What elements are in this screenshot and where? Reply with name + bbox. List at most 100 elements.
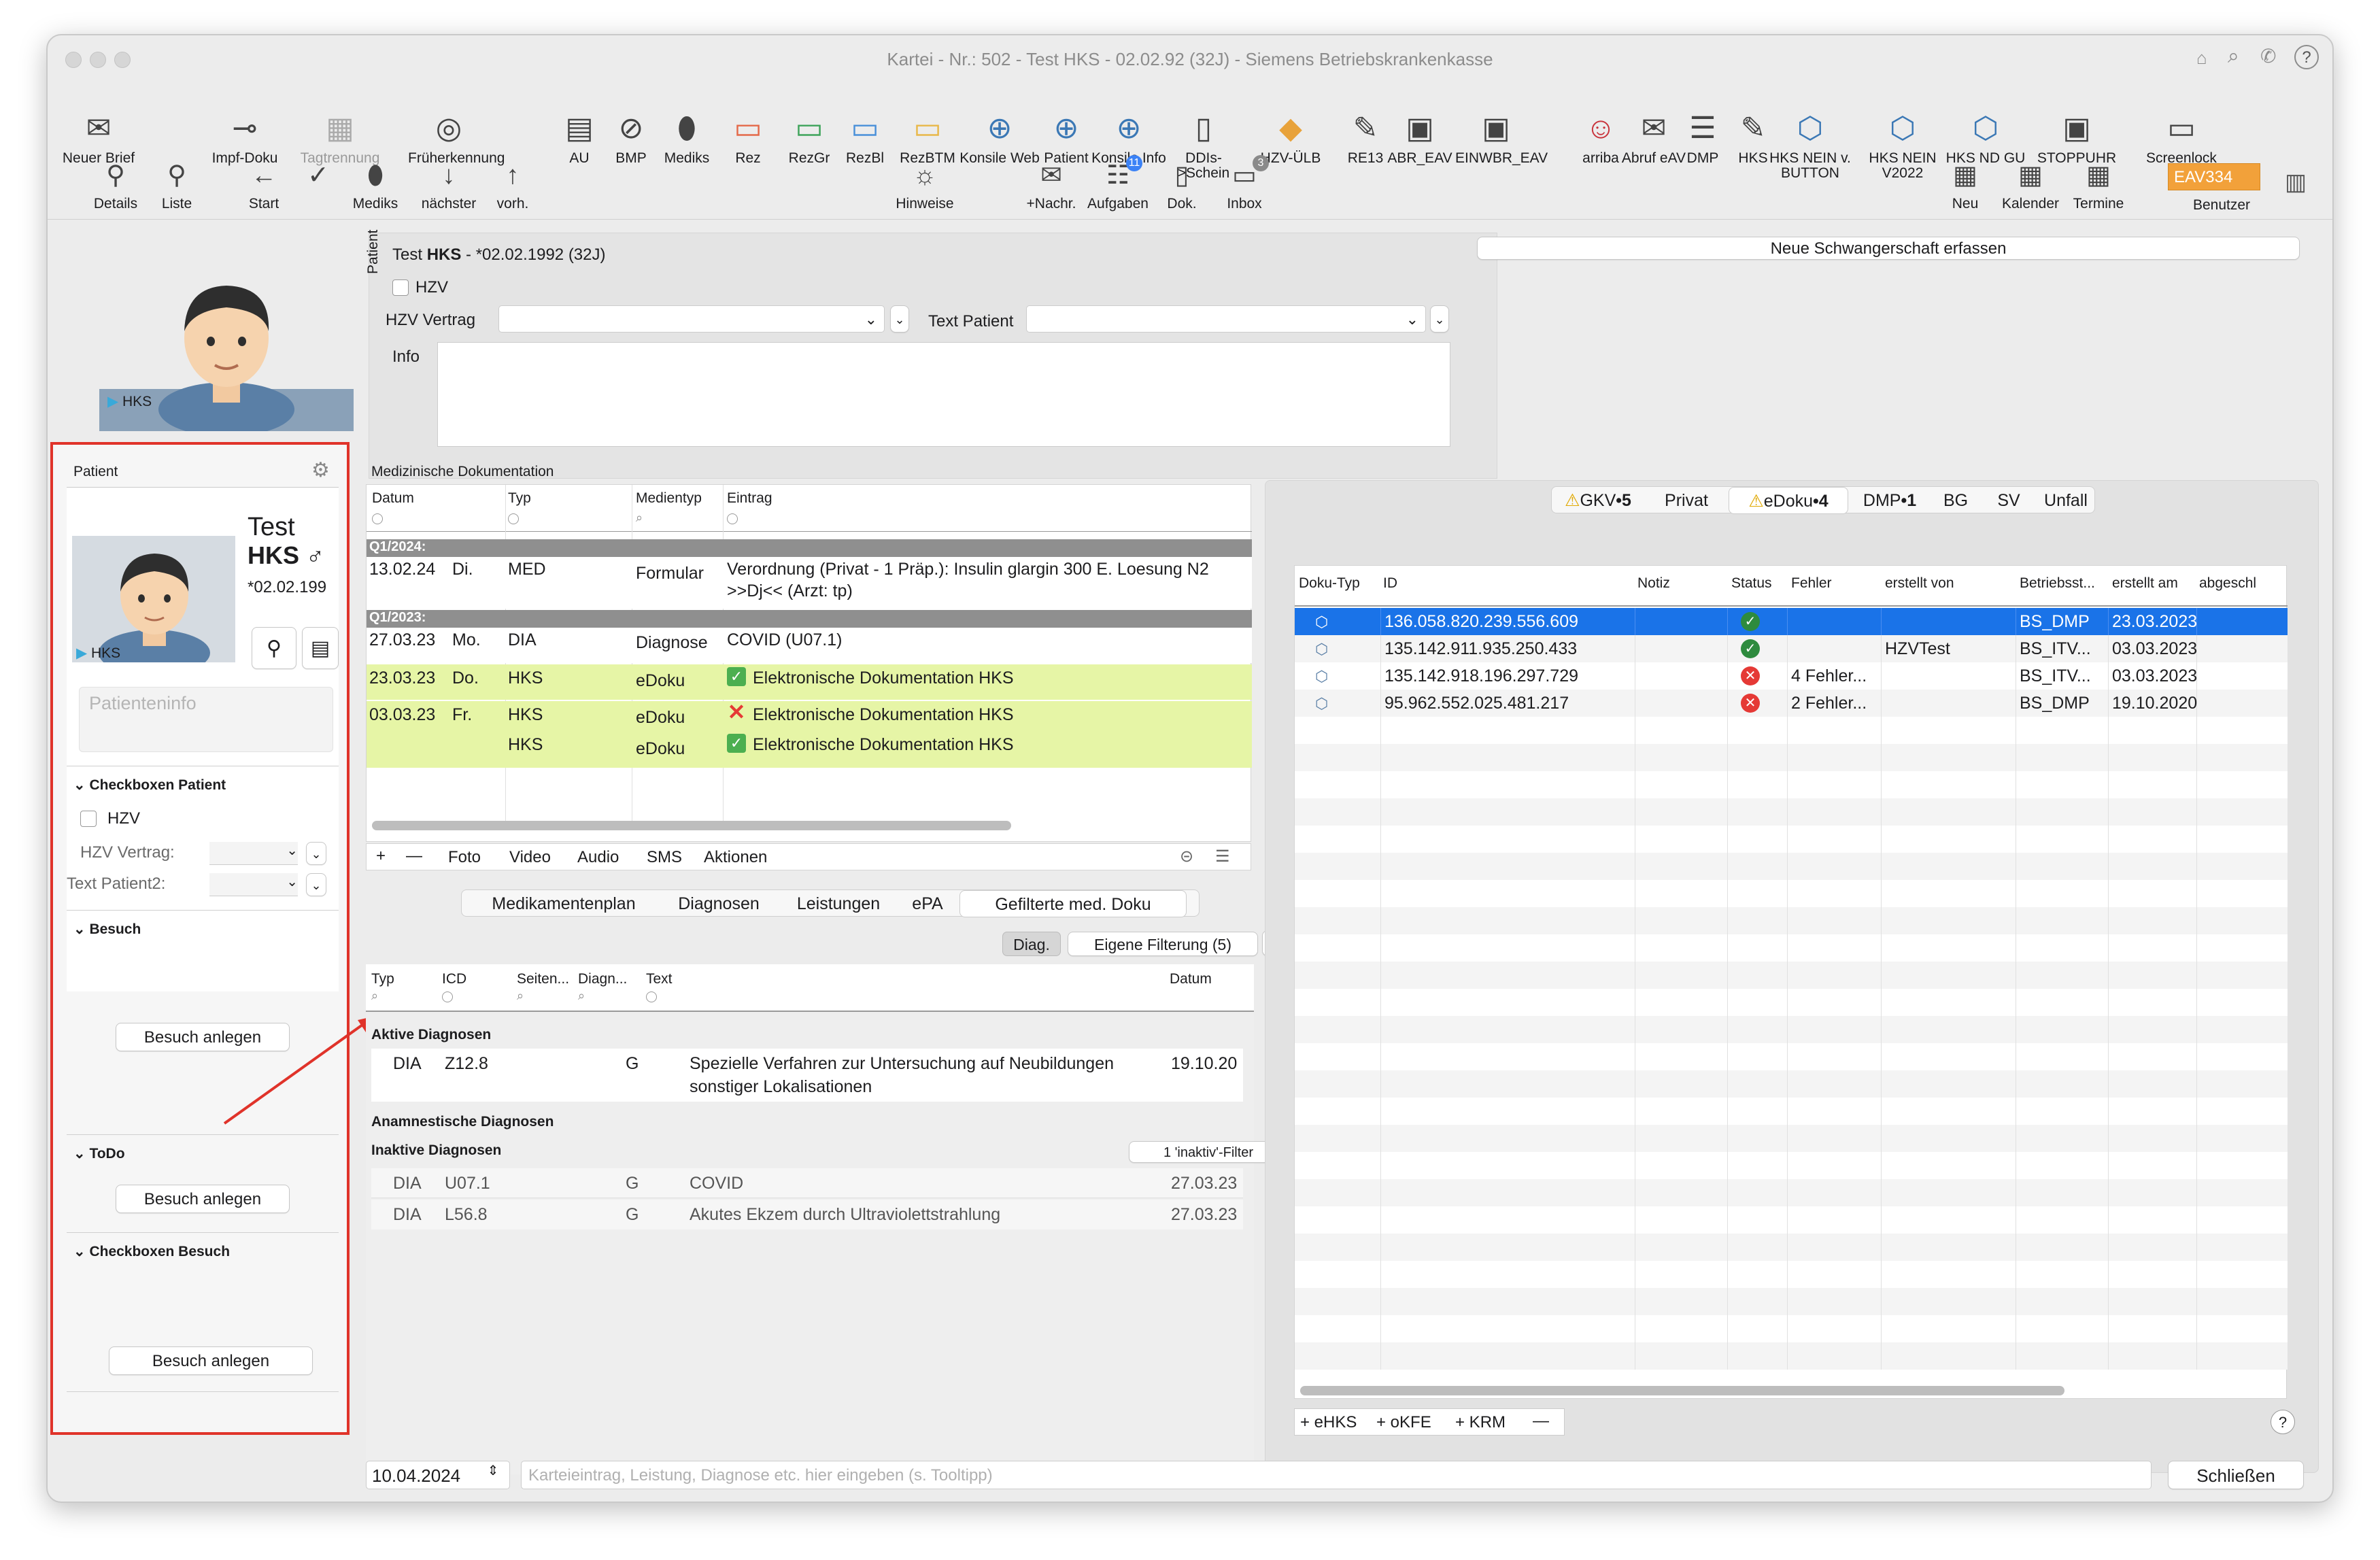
info-textarea[interactable] (437, 342, 1450, 447)
col-typ[interactable]: Typ (508, 490, 531, 507)
col-text[interactable]: Text (646, 971, 673, 987)
horizontal-scrollbar[interactable] (372, 821, 1011, 830)
aktionen-button[interactable]: Aktionen (704, 848, 767, 867)
phone-icon[interactable]: ✆ (2260, 45, 2283, 68)
search-icon[interactable]: ⌕ (371, 989, 378, 1003)
edoku-row[interactable]: ⬡ 95.962.552.025.481.217 ✕ 2 Fehler... BS_DM… (1295, 690, 2288, 717)
col-id[interactable]: ID (1383, 575, 1397, 592)
tab-medikamentenplan[interactable]: Medikamentenplan (469, 894, 659, 914)
text-patient-expand-button[interactable]: ⌄ (1430, 305, 1449, 333)
right-tab-unfall[interactable]: Unfall (2036, 487, 2096, 514)
tab-diagnosen[interactable]: Diagnosen (659, 894, 779, 914)
more-icon[interactable]: ⊝ (1180, 847, 1193, 866)
col-abgeschlossen[interactable]: abgeschl (2199, 575, 2286, 592)
col-typ[interactable]: Typ (371, 971, 394, 987)
tab-gefilterte-med-doku[interactable]: Gefilterte med. Doku (959, 890, 1187, 917)
chevron-down-icon[interactable]: ⌄ (73, 777, 86, 793)
hzv-vertrag-select[interactable]: ⌄ (209, 842, 298, 865)
toolbar2-button-hinweise[interactable]: ☼ Hinweise (891, 159, 959, 212)
horizontal-scrollbar[interactable] (1300, 1386, 2064, 1395)
col-doku-typ[interactable]: Doku-Typ (1299, 575, 1360, 592)
toolbar2-button-aufgaben[interactable]: ☷ Aufgaben 11 (1084, 155, 1152, 212)
text-patient-select[interactable]: ⌄ (1026, 305, 1426, 333)
toolbar2-button-termine[interactable]: ▦ Termine (2064, 159, 2132, 212)
add-entry-button[interactable]: + (376, 847, 386, 866)
add-krm-button[interactable]: + KRM (1455, 1413, 1506, 1432)
search-icon[interactable]: ⌕ (578, 989, 585, 1003)
hzv-header-checkbox[interactable] (392, 279, 409, 296)
search-icon[interactable]: ⌕ (2228, 45, 2251, 68)
new-pregnancy-button[interactable]: Neue Schwangerschaft erfassen (1477, 237, 2300, 260)
user-badge[interactable]: EAV334 (2168, 163, 2260, 190)
add-ehks-button[interactable]: + eHKS (1300, 1413, 1357, 1432)
add-okfe-button[interactable]: + oKFE (1376, 1413, 1431, 1432)
hzv-vertrag-expand-button[interactable]: ⌄ (890, 305, 909, 333)
col-erstellt-von[interactable]: erstellt von (1885, 575, 1954, 592)
toolbar2-button-vorh-[interactable]: ↑ vorh. (479, 159, 547, 212)
video-button[interactable]: Video (509, 848, 551, 867)
tab-epa[interactable]: ePA (898, 894, 957, 914)
close-button[interactable]: Schließen (2168, 1461, 2304, 1489)
hzv-vertrag-expand-button[interactable]: ⌄ (306, 842, 326, 865)
col-status[interactable]: Status (1731, 575, 1772, 592)
right-tab-edoku[interactable]: ⚠eDoku•4 (1729, 487, 1848, 514)
col-diagn[interactable]: Diagn... (578, 971, 627, 987)
col-fehler[interactable]: Fehler (1791, 575, 1832, 592)
checkbox-besuch-anlegen-button[interactable]: Besuch anlegen (109, 1346, 313, 1375)
foto-button[interactable]: Foto (448, 848, 481, 867)
hzv-checkbox[interactable] (80, 811, 97, 827)
hzv-vertrag-select[interactable]: ⌄ (498, 305, 885, 333)
inactive-filter-button[interactable]: 1 'inaktiv'-Filter (1129, 1141, 1288, 1163)
tab-leistungen[interactable]: Leistungen (779, 894, 898, 914)
toolbar2-button-dok-[interactable]: ▯ Dok. (1148, 159, 1216, 212)
help-icon[interactable]: ? (2294, 45, 2319, 69)
toolbar2-button-liste[interactable]: ⚲ Liste (143, 159, 211, 212)
chevron-down-icon[interactable]: ⌄ (73, 1244, 86, 1259)
patient-details-button[interactable]: ⚲ (252, 627, 296, 669)
col-medientyp[interactable]: Medientyp (636, 490, 702, 507)
toolbar2-button-inbox[interactable]: ▭ Inbox 3 (1210, 155, 1278, 212)
remove-button[interactable]: — (1533, 1412, 1549, 1431)
patient-info-field[interactable]: Patienteninfo (79, 687, 333, 752)
col-erstellt-am[interactable]: erstellt am (2112, 575, 2178, 592)
col-betriebsstaette[interactable]: Betriebsst... (2020, 575, 2095, 592)
graduation-cap-icon[interactable]: ⌂ (2196, 48, 2217, 68)
search-icon[interactable]: ⌕ (517, 989, 524, 1003)
right-tab-privat[interactable]: Privat (1647, 487, 1726, 514)
col-notiz[interactable]: Notiz (1637, 575, 1670, 592)
right-tab-bg[interactable]: BG (1930, 487, 1982, 514)
right-tab-sv[interactable]: SV (1984, 487, 2033, 514)
patient-card-button[interactable]: ▤ (302, 627, 339, 669)
entry-input[interactable]: Karteieintrag, Leistung, Diagnose etc. h… (521, 1461, 2152, 1489)
chevron-down-icon[interactable]: ⌄ (73, 1146, 86, 1161)
toolbar2-button-kalender[interactable]: ▦ Kalender (1996, 159, 2064, 212)
license-icon[interactable]: ▥ (2285, 169, 2315, 199)
col-datum[interactable]: Datum (1170, 971, 1212, 987)
text-patient2-expand-button[interactable]: ⌄ (306, 873, 326, 896)
search-icon[interactable]: ⌕ (636, 511, 643, 525)
right-tab-dmp[interactable]: DMP•1 (1852, 487, 1927, 514)
toolbar2-button--nachr-[interactable]: ✉ +Nachr. (1017, 159, 1085, 212)
text-patient2-select[interactable]: ⌄ (209, 873, 298, 896)
gear-icon[interactable]: ⚙ (311, 458, 330, 482)
right-tab-gkv[interactable]: ⚠GKV•5 (1552, 487, 1644, 514)
edoku-row[interactable]: ⬡ 135.142.911.935.250.433 ✓ HZVTest BS_ITV..… (1295, 635, 2288, 662)
toolbar2-button-mediks[interactable]: ⬮ Mediks (341, 159, 409, 212)
list-view-icon[interactable]: ☰ (1215, 847, 1230, 866)
col-datum[interactable]: Datum (372, 490, 414, 507)
toolbar2-button-neu[interactable]: ▦ Neu (1931, 159, 1999, 212)
date-stepper[interactable]: ⇕ (483, 1462, 503, 1488)
chevron-down-icon[interactable]: ⌄ (73, 921, 86, 937)
diag-filter-button[interactable]: Diag. (1002, 932, 1061, 956)
toolbar2-button-n-chster[interactable]: ↓ nächster (415, 159, 483, 212)
own-filter-button[interactable]: Eigene Filterung (5) (1068, 932, 1258, 956)
toolbar2-button-details[interactable]: ⚲ Details (82, 159, 150, 212)
edoku-row[interactable]: ⬡ 135.142.918.196.297.729 ✕ 4 Fehler... BS_I… (1295, 662, 2288, 690)
col-seiten[interactable]: Seiten... (517, 971, 569, 987)
remove-entry-button[interactable]: — (406, 847, 422, 866)
col-icd[interactable]: ICD (442, 971, 466, 987)
help-button[interactable]: ? (2271, 1410, 2295, 1434)
audio-button[interactable]: Audio (577, 848, 619, 867)
edoku-row[interactable]: ⬡ 136.058.820.239.556.609 ✓ BS_DMP 23.03.202… (1295, 608, 2288, 635)
sms-button[interactable]: SMS (647, 848, 682, 867)
